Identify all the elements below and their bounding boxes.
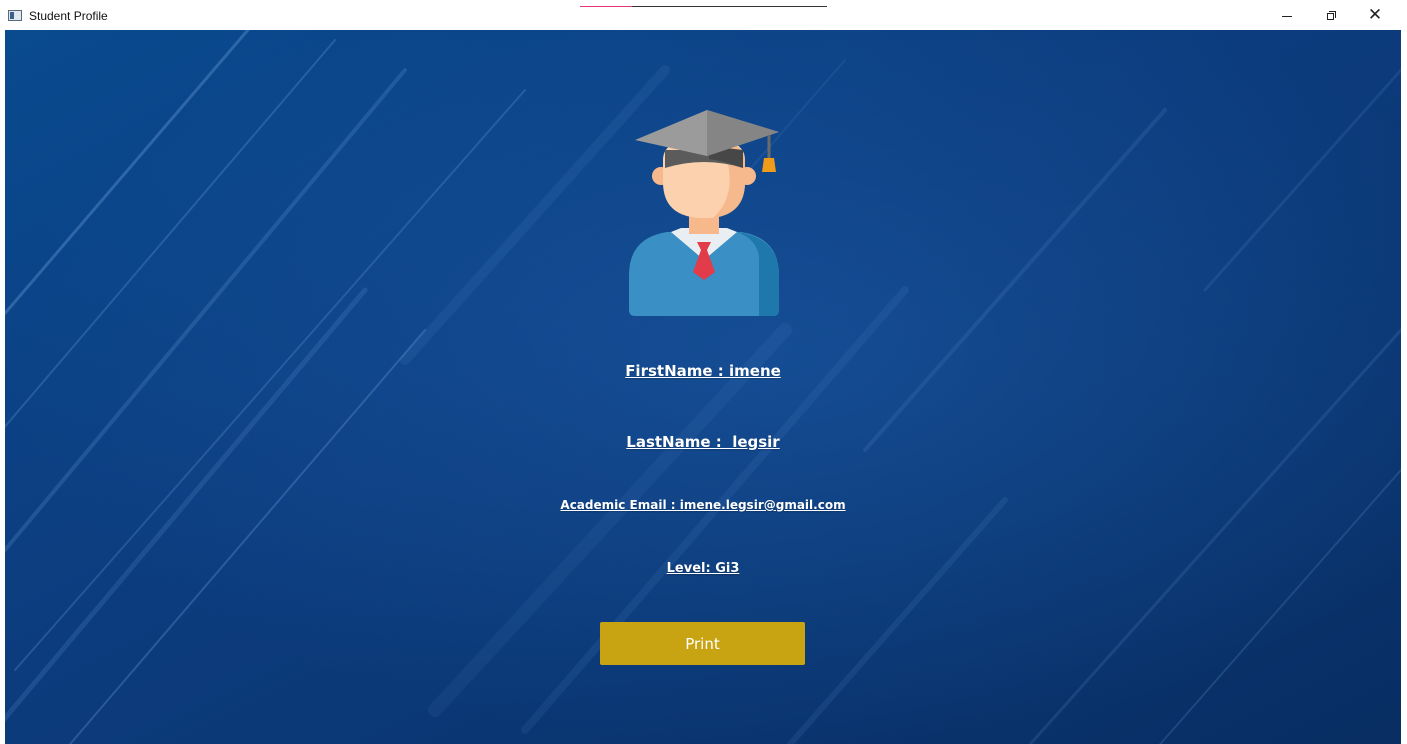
title-bar-accent-highlight	[580, 6, 632, 7]
first-name-label: FirstName : imene	[625, 362, 781, 380]
student-graduate-icon	[629, 110, 779, 316]
minimize-icon	[1282, 15, 1292, 17]
student-profile-window: Student Profile ✕ FirstName: imene Last…	[0, 0, 1407, 744]
profile-panel: FirstName : imene LastName : legsir Acad…	[5, 30, 1401, 744]
close-icon: ✕	[1367, 4, 1383, 25]
restore-button[interactable]	[1308, 0, 1354, 30]
app-icon	[8, 10, 22, 21]
print-button[interactable]: Print	[600, 622, 805, 665]
window-title: Student Profile	[29, 9, 108, 23]
minimize-button[interactable]	[1264, 0, 1310, 30]
academic-email-label: Academic Email : imene.legsir@gmail.com	[560, 498, 846, 512]
title-bar: Student Profile ✕	[0, 0, 1407, 30]
restore-icon	[1326, 10, 1336, 20]
level-label: Level: Gi3	[666, 561, 740, 576]
close-button[interactable]: ✕	[1352, 0, 1398, 30]
last-name-label: LastName : legsir	[626, 433, 780, 451]
